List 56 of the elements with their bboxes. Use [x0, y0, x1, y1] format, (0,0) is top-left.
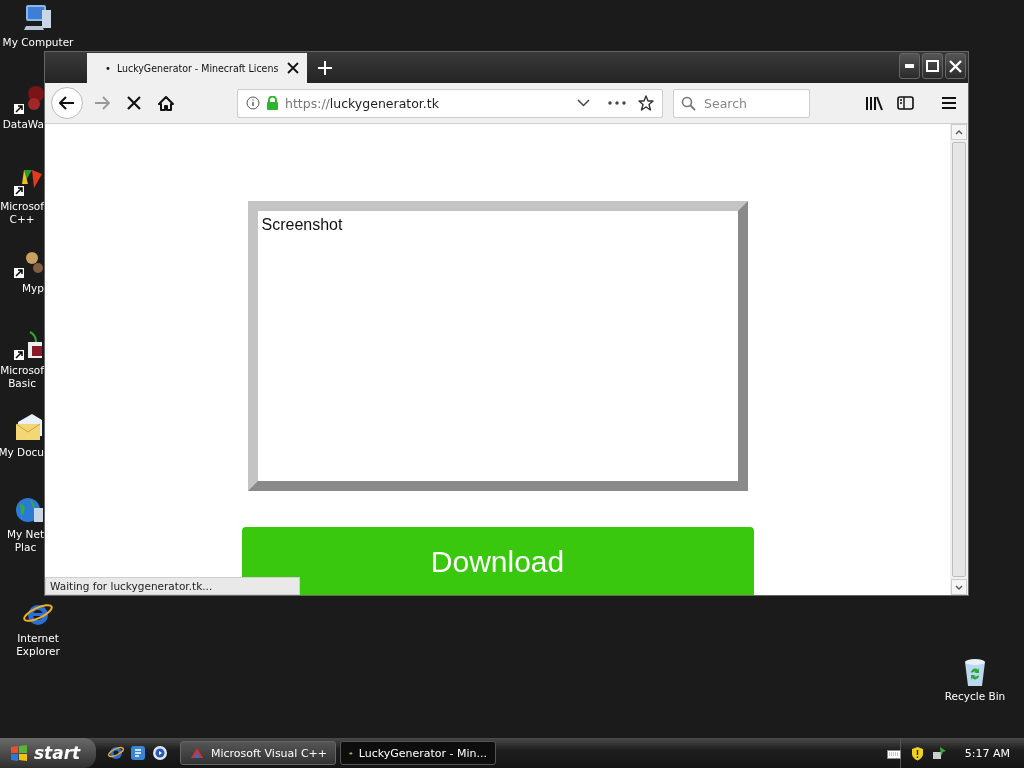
icon-label[interactable]: DataWa	[2, 118, 44, 131]
browser-tab[interactable]: • LuckyGenerator - Minecraft Licens	[87, 53, 307, 83]
back-arrow-icon	[59, 96, 75, 110]
frame-label: Screenshot	[261, 216, 343, 233]
sidebar-icon[interactable]	[897, 96, 914, 110]
loading-dot: •	[105, 62, 111, 74]
clock-text: 5:17 AM	[964, 746, 1010, 760]
minimize-icon	[905, 64, 914, 68]
status-text: Waiting for luckygenerator.tk...	[45, 577, 300, 595]
lock-icon	[266, 96, 279, 110]
icon-label[interactable]: Basic	[8, 377, 36, 390]
close-icon	[949, 59, 962, 73]
scroll-up-button[interactable]	[951, 124, 967, 140]
library-icon[interactable]	[865, 95, 883, 111]
shield-icon[interactable]	[910, 745, 924, 761]
icon-label[interactable]: My Docu	[0, 446, 44, 459]
search-icon	[681, 95, 696, 111]
shortcut-icon[interactable]	[12, 330, 44, 362]
media-player-icon[interactable]	[152, 745, 168, 761]
tab-title: LuckyGenerator - Minecraft Licens	[116, 62, 280, 74]
maximize-button[interactable]	[922, 53, 943, 79]
icon-label[interactable]: C++	[9, 213, 35, 226]
minimize-button[interactable]	[899, 53, 920, 79]
icon-label[interactable]: My Net	[6, 528, 44, 541]
url-text: https://luckygenerator.tk	[285, 95, 440, 111]
icon-label[interactable]: Microsof	[0, 200, 44, 213]
taskbar-task[interactable]: Microsoft Visual C++	[180, 741, 336, 765]
close-icon[interactable]	[287, 62, 299, 74]
icon-label[interactable]: Recycle Bin	[944, 690, 1006, 703]
chevron-up-icon	[955, 129, 963, 135]
keyboard-icon[interactable]	[887, 748, 901, 759]
scroll-down-button[interactable]	[951, 579, 967, 595]
icon-label[interactable]: My Computer	[2, 36, 74, 49]
icon-label[interactable]: Internet	[17, 632, 59, 645]
address-bar[interactable]: https://luckygenerator.tk	[237, 88, 663, 118]
info-icon[interactable]	[246, 96, 260, 110]
chevron-down-icon	[955, 584, 963, 590]
more-icon[interactable]	[608, 101, 626, 105]
icon-label[interactable]: Explorer	[16, 645, 60, 658]
icon-label[interactable]: Plac	[14, 541, 37, 554]
taskbar-task[interactable]: LuckyGenerator - Min...	[340, 741, 496, 765]
network-icon[interactable]	[931, 745, 947, 761]
star-icon[interactable]	[638, 95, 654, 111]
flower-icon[interactable]	[12, 84, 44, 116]
browser-icon[interactable]	[108, 745, 124, 761]
windows-logo-icon	[10, 745, 28, 761]
menu-icon[interactable]	[942, 97, 956, 109]
icon-label[interactable]: Microsof	[0, 364, 44, 377]
scrollbar-thumb[interactable]	[952, 142, 966, 577]
start-button[interactable]: start	[0, 738, 96, 768]
chevron-down-icon[interactable]	[577, 99, 590, 107]
search-field[interactable]: Search	[673, 88, 810, 118]
back-button[interactable]	[51, 87, 83, 119]
maximize-icon	[926, 60, 939, 72]
close-button[interactable]	[945, 53, 966, 79]
icon-label[interactable]: Myp	[22, 282, 44, 295]
